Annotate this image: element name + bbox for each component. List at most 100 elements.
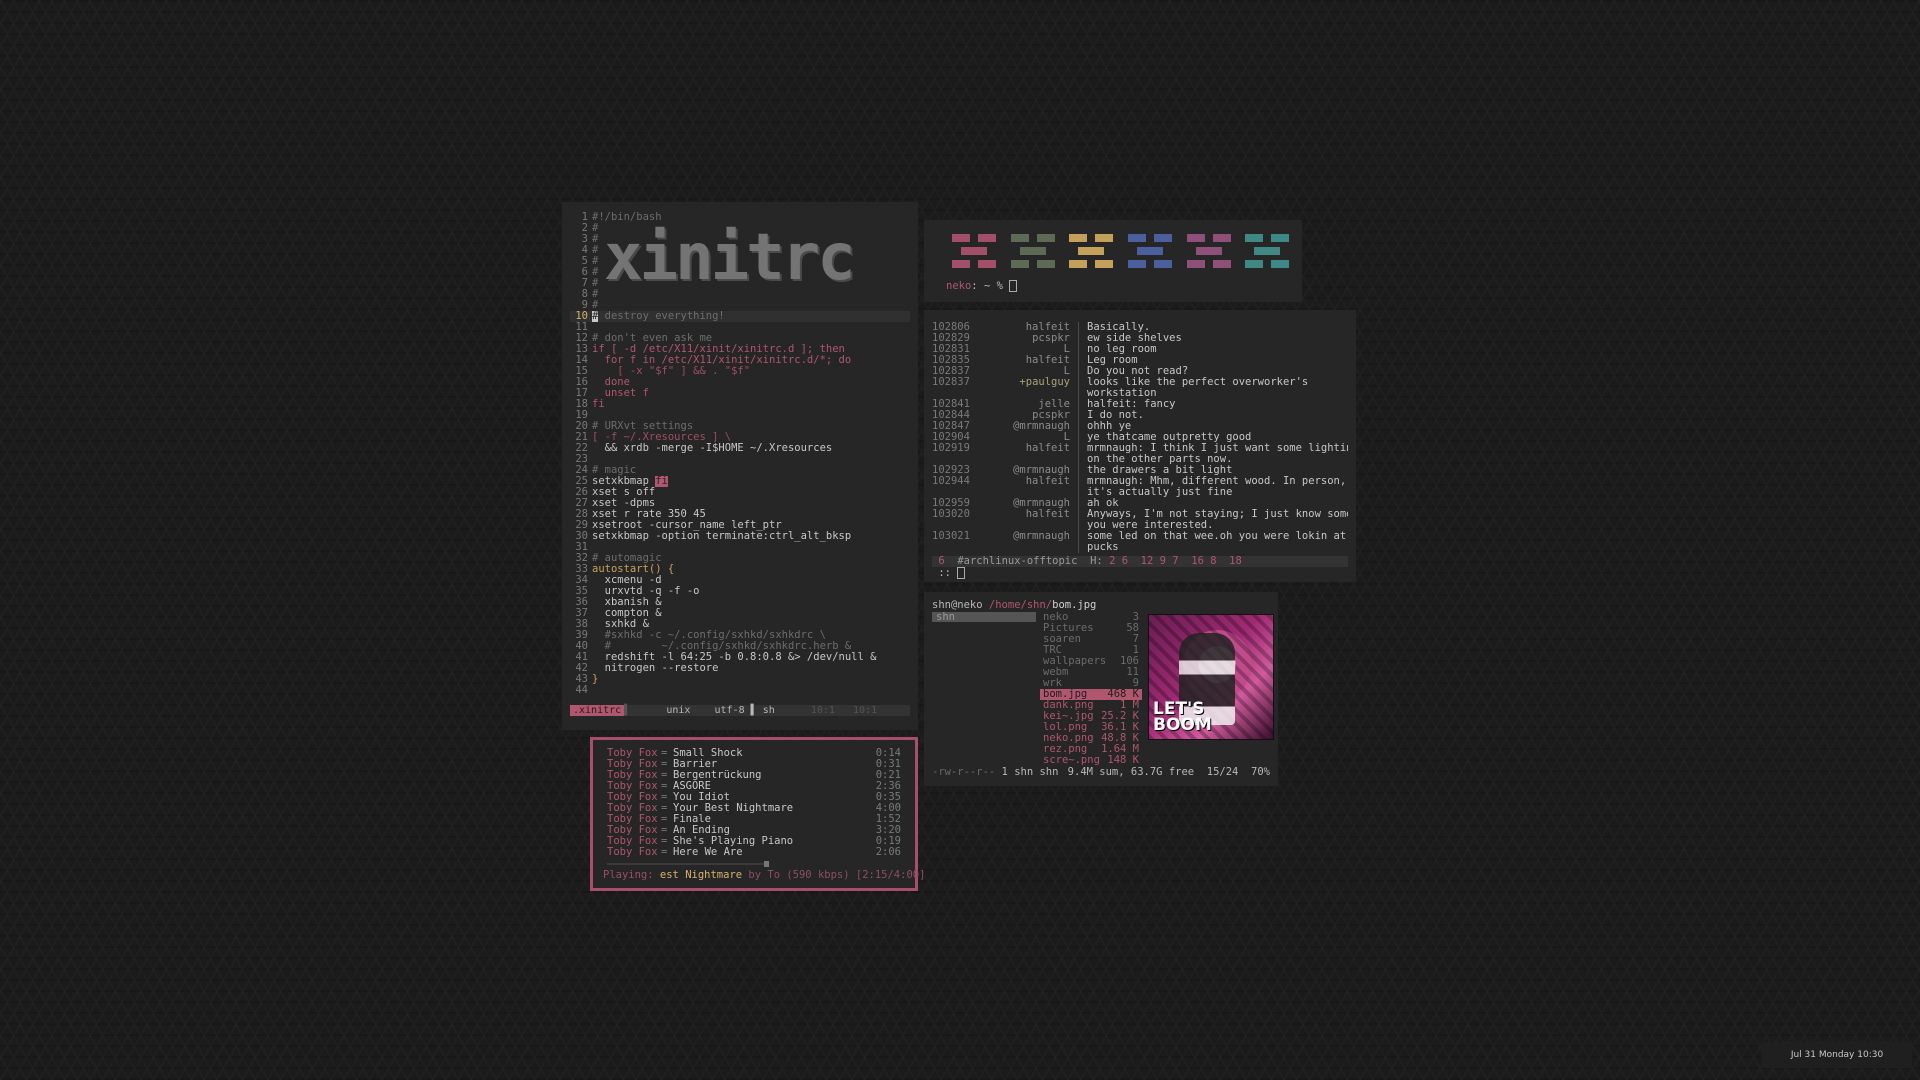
editor-line: 21 [ -f ~/.Xresources ] \ — [570, 432, 910, 443]
track-artist: Toby Fox — [607, 846, 658, 858]
irc-text: Leg room — [1078, 355, 1348, 366]
line-number: 14 — [575, 355, 588, 366]
line-text: # — [592, 223, 599, 234]
fm-entry[interactable]: webm 11 — [1040, 667, 1142, 678]
line-text: # — [592, 278, 599, 289]
fm-entry-name: soaren — [1043, 634, 1081, 645]
color-swatch — [1245, 234, 1290, 268]
now-playing-details: by To (590 kbps) [2:15/4:00] — [742, 869, 926, 881]
line-text: xcmenu -d — [592, 575, 662, 586]
fm-parent-entry[interactable]: shn — [932, 612, 1036, 622]
editor-line: 22 && xrdb -merge -I$HOME ~/.Xresources — [570, 443, 910, 454]
irc-input[interactable]: :: — [932, 567, 1348, 579]
irc-message: 102944 halfeit mrmnaugh: Mhm, different wo… — [932, 476, 1348, 487]
irc-nick[interactable]: halfeit — [996, 509, 1078, 520]
editor-line: 28 xset r rate 350 45 — [570, 509, 910, 520]
line-text: autostart() { — [592, 564, 675, 575]
fm-entry-name: bom.jpg — [1043, 689, 1088, 700]
fm-summary: 9.4M sum, 63.7G free — [1067, 766, 1195, 778]
irc-window[interactable]: 102806 halfeit Basically. 102829 pcspkr ew si… — [924, 310, 1356, 582]
file-manager-window[interactable]: shn@neko /home/shn/bom.jpg shn neko 3 Pict… — [924, 592, 1278, 786]
irc-text: looks like the perfect overworker's — [1078, 377, 1348, 388]
irc-text: some led on that wee.oh you were lokin a… — [1078, 531, 1348, 542]
irc-message-list: 102806 halfeit Basically. 102829 pcspkr ew si… — [932, 322, 1348, 553]
swatch-pattern — [1069, 234, 1114, 268]
fm-entry[interactable]: soaren 7 — [1040, 634, 1142, 645]
swatch-pattern — [1128, 234, 1173, 268]
irc-window-number: 6 — [938, 555, 945, 567]
music-player-window[interactable]: Toby Fox = Small Shock 0:14 Toby Fox = Barrier… — [590, 737, 925, 891]
playback-progress[interactable] — [607, 861, 901, 867]
editor-line: 29 xsetroot -cursor_name left_ptr — [570, 520, 910, 531]
irc-text: it's actually just fine — [1078, 487, 1348, 498]
colors-terminal[interactable]: neko: ~ % — [924, 220, 1302, 302]
irc-nick[interactable]: halfeit — [996, 476, 1078, 487]
line-text: done — [592, 377, 630, 388]
irc-nick[interactable]: +paulguy — [996, 377, 1078, 388]
editor-line: 11 — [570, 322, 910, 333]
line-text: # don't even ask me — [592, 333, 713, 344]
fm-entry[interactable]: scre~.png 148 K — [1040, 755, 1142, 766]
editor-line: 38 sxhkd & — [570, 619, 910, 630]
irc-nick[interactable] — [996, 542, 1078, 553]
line-number: 2 — [581, 223, 588, 234]
line-number: 23 — [575, 454, 588, 465]
editor-fileformat: unix — [666, 705, 691, 716]
fm-permissions: -rw-r--r-- — [932, 766, 1002, 778]
line-text: compton & — [592, 608, 662, 619]
fm-file-list[interactable]: neko 3 Pictures 58 soaren 7 TRC 1 wallpapers 106 w… — [1040, 612, 1142, 766]
irc-message: you were interested. — [932, 520, 1348, 531]
playlist[interactable]: Toby Fox = Small Shock 0:14 Toby Fox = Barrier… — [601, 748, 907, 858]
fm-entry-name: scre~.png — [1043, 755, 1100, 766]
progress-track — [607, 863, 766, 865]
fm-entry-name: kei~.jpg — [1043, 711, 1094, 722]
line-text: # — [592, 267, 599, 278]
line-text: #!/bin/bash — [592, 212, 662, 223]
irc-channel[interactable]: #archlinux-offtopic — [957, 555, 1077, 567]
irc-message: 102829 pcspkr ew side shelves — [932, 333, 1348, 344]
line-text: fi — [592, 399, 605, 410]
fm-entry-name: neko — [1043, 612, 1069, 623]
irc-nick[interactable]: halfeit — [996, 443, 1078, 454]
line-number: 4 — [581, 245, 588, 256]
editor-line: 7 # — [570, 278, 910, 289]
line-number: 38 — [575, 619, 588, 630]
line-text: xset s off — [592, 487, 656, 498]
irc-timestamp — [932, 542, 996, 553]
irc-text: I do not. — [1078, 410, 1348, 421]
line-number: 7 — [581, 278, 588, 289]
line-number: 43 — [575, 674, 588, 685]
irc-cursor — [957, 567, 966, 579]
track-title: Here We Are — [673, 846, 743, 858]
editor-line: 2 # — [570, 223, 910, 234]
irc-nick[interactable]: @mrmnaugh — [996, 531, 1078, 542]
line-text: unset f — [592, 388, 649, 399]
fm-entry[interactable]: Pictures 58 — [1040, 623, 1142, 634]
editor-line: 31 — [570, 542, 910, 553]
line-number: 18 — [575, 399, 588, 410]
editor-line: 27 xset -dpms — [570, 498, 910, 509]
fm-entry-size: 148 K — [1107, 754, 1139, 766]
editor-line: 37 compton & — [570, 608, 910, 619]
editor-window[interactable]: xinitrc 1 #!/bin/bash 2 #3 #4 #5 #6 #7 #8 #9 #10 # … — [562, 202, 918, 730]
editor-text[interactable]: 1 #!/bin/bash 2 #3 #4 #5 #6 #7 #8 #9 #10 # destroy … — [570, 212, 910, 696]
line-text: for f in /etc/X11/xinit/xinitrc.d/*; do — [592, 355, 852, 366]
editor-line: 8 # — [570, 289, 910, 300]
fm-statusbar: -rw-r--r-- 1 shn shn 9.4M sum, 63.7G free… — [932, 767, 1270, 778]
now-playing: Playing: est Nightmare by To (590 kbps) … — [601, 870, 925, 881]
irc-text: the drawers a bit light — [1078, 465, 1348, 476]
irc-message: 102806 halfeit Basically. — [932, 322, 1348, 333]
progress-knob[interactable] — [763, 861, 769, 867]
irc-message: workstation — [932, 388, 1348, 399]
line-number: 6 — [581, 267, 588, 278]
playlist-track[interactable]: Toby Fox = Here We Are 2:06 — [601, 847, 907, 858]
editor-line: 5 # — [570, 256, 910, 267]
editor-line: 3 # — [570, 234, 910, 245]
irc-message: on the other parts now. — [932, 454, 1348, 465]
shell-prompt[interactable]: neko: ~ % — [946, 280, 1288, 292]
fm-parent-column[interactable]: shn — [932, 612, 1036, 622]
irc-timestamp: 102919 — [932, 442, 970, 454]
line-text: # — [592, 289, 599, 300]
editor-line: 33 autostart() { — [570, 564, 910, 575]
preview-caption: LET'S BOOM — [1153, 699, 1212, 735]
